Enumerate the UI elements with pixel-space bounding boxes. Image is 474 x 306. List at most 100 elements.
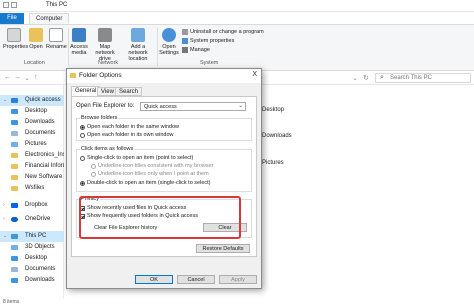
rename-icon (49, 28, 63, 42)
open-explorer-value: Quick access (144, 104, 177, 110)
new-folder-qa-icon[interactable] (11, 2, 17, 8)
radio-disabled[interactable] (91, 163, 96, 169)
tab-file[interactable]: File (0, 13, 24, 24)
nav-item-3d-objects[interactable]: 3D Objects (0, 242, 64, 253)
nav-item-desktop[interactable]: Desktop (0, 253, 64, 264)
browse-folders-group: Browse folders Open each folder in the s… (76, 115, 252, 141)
search-icon: ⌕ (380, 74, 384, 81)
rename-button[interactable]: Rename (46, 28, 67, 50)
chevron-down-icon: ⌄ (238, 103, 243, 109)
pictures-icon (11, 142, 18, 147)
open-button[interactable]: Open (28, 28, 44, 50)
item-count: 8 items (3, 299, 20, 305)
nav-item-downloads[interactable]: Downloads (0, 117, 64, 128)
network-drive-icon (98, 28, 112, 42)
dropdown-chevron-icon[interactable]: ⌄ (352, 74, 358, 82)
folder-options-dialog: Folder Options X General View Search Ope… (66, 68, 262, 289)
folder-icon (11, 164, 18, 169)
uninstall-icon (182, 29, 188, 35)
chevron-right-icon[interactable]: › (3, 214, 5, 225)
nav-item-quick-access[interactable]: ⌄ Quick access (0, 95, 64, 106)
folder-item-pictures[interactable]: Pictures (262, 160, 284, 166)
nav-item-folder[interactable]: Electronics_Instr (0, 150, 64, 161)
close-button[interactable]: X (252, 71, 257, 78)
radio[interactable] (80, 132, 85, 138)
radio-disabled[interactable] (91, 171, 96, 177)
chevron-down-icon[interactable]: ⌄ (3, 95, 7, 106)
radio-selected[interactable] (80, 180, 85, 186)
document-icon (11, 267, 18, 272)
browse-own-window-option[interactable]: Open each folder in its own window (80, 132, 174, 138)
nav-item-pictures[interactable]: Pictures (0, 139, 64, 150)
apply-button[interactable]: Apply (219, 275, 257, 284)
nav-item-this-pc[interactable]: ⌄ This PC (0, 231, 64, 242)
tab-computer[interactable]: Computer (29, 13, 70, 24)
browse-same-window-option[interactable]: Open each folder in the same window (80, 124, 179, 130)
up-arrow-icon[interactable]: ↑ (34, 74, 38, 81)
back-arrow-icon[interactable]: ← (4, 74, 11, 81)
open-settings-button[interactable]: Open Settings (159, 28, 179, 56)
map-network-drive-button[interactable]: Map network drive (90, 28, 120, 62)
single-click-option[interactable]: Single-click to open an item (point to s… (80, 155, 193, 161)
group-label-location: Location (24, 60, 45, 66)
system-properties-button[interactable]: System properties (182, 38, 234, 44)
refresh-icon[interactable]: ↻ (363, 74, 369, 82)
window-title: This PC (46, 2, 68, 8)
click-items-group: Click items as follows Single-click to o… (76, 146, 252, 192)
folder-icon (11, 175, 18, 180)
dialog-title: Folder Options (79, 72, 122, 79)
desktop-icon (11, 109, 18, 114)
manage-icon (182, 47, 188, 53)
underline-point-option[interactable]: Underline icon titles only when I point … (91, 171, 209, 177)
double-click-option[interactable]: Double-click to open an item (single-cli… (80, 180, 211, 186)
cloud-icon (11, 217, 18, 222)
properties-icon (7, 28, 21, 42)
folder-icon (11, 153, 18, 158)
tab-general[interactable]: General (71, 86, 101, 96)
chevron-right-icon[interactable]: › (3, 200, 5, 211)
ribbon-tabs: File Computer (0, 12, 474, 25)
search-input[interactable]: ⌕ Search This PC (375, 73, 471, 83)
underline-browser-option[interactable]: Underline icon titles consistent with my… (91, 163, 214, 169)
group-label-system: System (200, 60, 219, 66)
nav-item-downloads[interactable]: Downloads (0, 275, 64, 286)
nav-item-folder[interactable]: Wsfiles (0, 183, 64, 194)
properties-button[interactable]: Properties (3, 28, 28, 50)
dialog-title-bar: Folder Options X (67, 69, 261, 83)
open-explorer-select[interactable]: Quick access ⌄ (140, 102, 246, 111)
radio-selected[interactable] (80, 124, 85, 130)
privacy-highlight-box (79, 196, 241, 239)
star-icon (11, 98, 18, 103)
gear-icon (162, 28, 176, 42)
desktop-icon (11, 256, 18, 261)
chevron-down-icon[interactable]: ⌄ (3, 231, 7, 242)
nav-item-desktop[interactable]: Desktop (0, 106, 64, 117)
cancel-button[interactable]: Cancel (177, 275, 215, 284)
recent-locations-icon[interactable]: ⌄ (24, 74, 30, 82)
folder-item-desktop[interactable]: Desktop (262, 107, 284, 113)
nav-item-dropbox[interactable]: › Dropbox (0, 200, 64, 211)
add-network-location-button[interactable]: Add a network location (121, 28, 155, 62)
tab-search[interactable]: Search (115, 87, 143, 96)
ok-button[interactable]: OK (135, 275, 173, 284)
nav-item-documents[interactable]: Documents (0, 264, 64, 275)
search-placeholder: Search This PC (390, 75, 432, 81)
cube-icon (11, 245, 18, 250)
restore-defaults-button[interactable]: Restore Defaults (196, 244, 250, 253)
manage-button[interactable]: Manage (182, 47, 210, 53)
quick-access-toolbar (3, 2, 17, 8)
nav-item-folder[interactable]: Financial Inform (0, 161, 64, 172)
nav-item-onedrive[interactable]: › OneDrive (0, 214, 64, 225)
title-bar: This PC (0, 0, 474, 12)
computer-icon (11, 234, 18, 239)
network-location-icon (131, 28, 145, 42)
folder-item-downloads[interactable]: Downloads (262, 133, 292, 139)
nav-item-documents[interactable]: Documents (0, 128, 64, 139)
nav-item-folder[interactable]: New Software (0, 172, 64, 183)
radio[interactable] (80, 155, 85, 161)
forward-arrow-icon[interactable]: → (14, 74, 21, 81)
access-media-button[interactable]: Access media (70, 28, 88, 56)
uninstall-button[interactable]: Uninstall or change a program (182, 29, 264, 35)
download-icon (11, 278, 18, 283)
properties-qa-icon[interactable] (3, 2, 9, 8)
